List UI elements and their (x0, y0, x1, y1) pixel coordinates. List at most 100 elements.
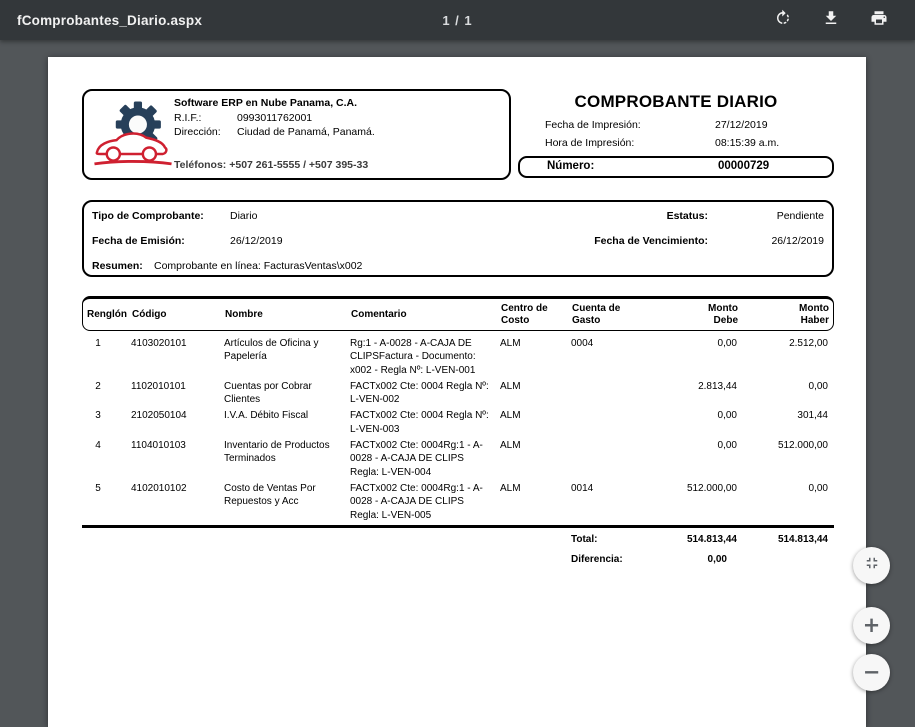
cell-debe: 0,00 (650, 439, 742, 479)
cell-comentario: Rg:1 - A-0028 - A-CAJA DE CLIPSFactura -… (347, 337, 497, 377)
table-body: 14103020101Artículos de Oficina y Papele… (82, 337, 834, 522)
resumen-label: Resumen: (92, 260, 143, 272)
phones-label: Teléfonos: (174, 159, 226, 171)
diferencia-value: 0,00 (650, 554, 742, 565)
cell-debe: 0,00 (650, 409, 742, 436)
toolbar-actions (773, 10, 915, 30)
ledger-table: Renglón Código Nombre Comentario Centro … (82, 296, 834, 565)
zoom-in-icon: + (863, 615, 881, 636)
cell-centro: ALM (497, 380, 568, 407)
cell-renglon: 4 (82, 439, 128, 479)
cell-cuenta: 0014 (568, 482, 650, 522)
cell-renglon: 2 (82, 380, 128, 407)
cell-centro: ALM (497, 439, 568, 479)
voucher-info-box: Tipo de Comprobante: Diario Estatus: Pen… (82, 200, 834, 277)
cell-renglon: 1 (82, 337, 128, 377)
cell-nombre: Artículos de Oficina y Papelería (221, 337, 347, 377)
company-header-box: Software ERP en Nube Panama, C.A. R.I.F.… (82, 89, 511, 180)
cell-centro: ALM (497, 409, 568, 436)
pdf-viewport: Software ERP en Nube Panama, C.A. R.I.F.… (0, 40, 915, 727)
total-haber: 514.813,44 (742, 534, 834, 545)
company-name: Software ERP en Nube Panama, C.A. (174, 97, 357, 109)
col-renglon: Renglón (83, 309, 129, 321)
cell-nombre: Inventario de Productos Terminados (221, 439, 347, 479)
col-centro-costo: Centro de Costo (498, 303, 569, 326)
cell-haber: 0,00 (742, 482, 834, 522)
cell-cuenta (568, 439, 650, 479)
estatus-value: Pendiente (777, 210, 824, 222)
table-header: Renglón Código Nombre Comentario Centro … (82, 296, 834, 331)
voucher-title: COMPROBANTE DIARIO (518, 92, 834, 112)
vencimiento-value: 26/12/2019 (771, 235, 824, 247)
download-icon (822, 9, 840, 32)
cell-nombre: I.V.A. Débito Fiscal (221, 409, 347, 436)
print-icon (870, 9, 888, 32)
cell-debe: 2.813,44 (650, 380, 742, 407)
cell-haber: 2.512,00 (742, 337, 834, 377)
cell-nombre: Costo de Ventas Por Repuestos y Acc (221, 482, 347, 522)
total-row: Total: 514.813,44 514.813,44 (82, 528, 834, 545)
col-codigo: Código (129, 309, 222, 321)
cell-centro: ALM (497, 482, 568, 522)
zoom-out-button[interactable]: − (853, 654, 890, 691)
table-row: 21102010101Cuentas por Cobrar ClientesFA… (82, 380, 834, 407)
cell-nombre: Cuentas por Cobrar Clientes (221, 380, 347, 407)
cell-haber: 0,00 (742, 380, 834, 407)
fit-page-button[interactable] (853, 547, 890, 584)
estatus-label: Estatus: (667, 210, 708, 222)
cell-cuenta (568, 409, 650, 436)
phones-value: +507 261-5555 / +507 395-33 (229, 159, 368, 171)
col-monto-haber: Monto Haber (743, 303, 835, 326)
zoom-in-button[interactable]: + (853, 607, 890, 644)
cell-haber: 301,44 (742, 409, 834, 436)
cell-comentario: FACTx002 Cte: 0004 Regla Nº: L-VEN-003 (347, 409, 497, 436)
cell-renglon: 3 (82, 409, 128, 436)
rotate-button[interactable] (773, 10, 793, 30)
print-date-label: Fecha de Impresión: (545, 119, 641, 131)
cell-codigo: 2102050104 (128, 409, 221, 436)
print-time-value: 08:15:39 a.m. (715, 137, 779, 149)
cell-codigo: 1104010103 (128, 439, 221, 479)
table-row: 14103020101Artículos de Oficina y Papele… (82, 337, 834, 377)
col-nombre: Nombre (222, 309, 348, 321)
table-row: 54102010102Costo de Ventas Por Repuestos… (82, 482, 834, 522)
vencimiento-label: Fecha de Vencimiento: (594, 235, 708, 247)
print-time-label: Hora de Impresión: (545, 137, 634, 149)
numero-box: Número: 00000729 (518, 156, 834, 178)
cell-codigo: 4102010102 (128, 482, 221, 522)
table-row: 41104010103Inventario de Productos Termi… (82, 439, 834, 479)
total-label: Total: (568, 534, 650, 545)
download-button[interactable] (821, 10, 841, 30)
cell-codigo: 1102010101 (128, 380, 221, 407)
address-value: Ciudad de Panamá, Panamá. (237, 126, 375, 138)
resumen-value: Comprobante en línea: FacturasVentas\x00… (154, 260, 362, 272)
pdf-page: Software ERP en Nube Panama, C.A. R.I.F.… (48, 57, 866, 727)
cell-centro: ALM (497, 337, 568, 377)
tipo-label: Tipo de Comprobante: (92, 210, 204, 222)
cell-renglon: 5 (82, 482, 128, 522)
col-comentario: Comentario (348, 309, 498, 321)
total-debe: 514.813,44 (650, 534, 742, 545)
zoom-out-icon: − (863, 662, 881, 683)
cell-debe: 512.000,00 (650, 482, 742, 522)
cell-haber: 512.000,00 (742, 439, 834, 479)
rif-label: R.I.F.: (174, 112, 201, 124)
diferencia-row: Diferencia: 0,00 (82, 545, 834, 565)
address-label: Dirección: (174, 126, 221, 138)
col-monto-debe: Monto Debe (651, 303, 743, 326)
rotate-icon (774, 9, 792, 32)
col-cuenta-gasto: Cuenta de Gasto (569, 303, 651, 326)
tipo-value: Diario (230, 210, 257, 222)
table-row: 32102050104I.V.A. Débito FiscalFACTx002 … (82, 409, 834, 436)
phones-line: Teléfonos: +507 261-5555 / +507 395-33 (174, 159, 368, 171)
print-date-value: 27/12/2019 (715, 119, 768, 131)
emision-value: 26/12/2019 (230, 235, 283, 247)
print-button[interactable] (869, 10, 889, 30)
cell-cuenta (568, 380, 650, 407)
numero-label: Número: (547, 160, 594, 172)
cell-codigo: 4103020101 (128, 337, 221, 377)
cell-comentario: FACTx002 Cte: 0004Rg:1 - A-0028 - A-CAJA… (347, 482, 497, 522)
emision-label: Fecha de Emisión: (92, 235, 185, 247)
diferencia-label: Diferencia: (568, 554, 650, 565)
numero-value: 00000729 (718, 160, 769, 172)
